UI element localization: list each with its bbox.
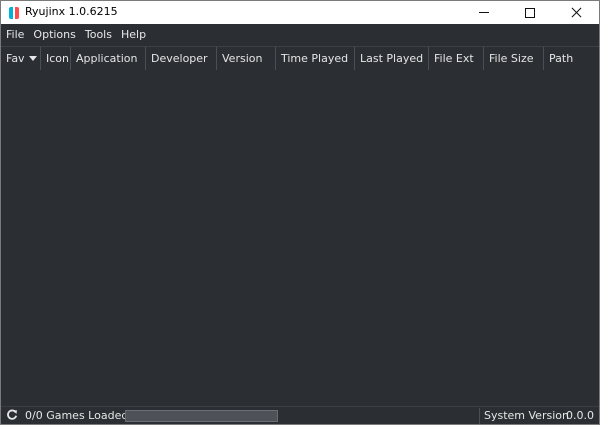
maximize-icon (525, 7, 535, 18)
refresh-icon[interactable] (6, 409, 18, 421)
column-header-path[interactable]: Path (544, 47, 599, 70)
column-header-fav[interactable]: Fav (1, 47, 41, 70)
column-label: File Size (489, 52, 534, 65)
status-divider (479, 408, 480, 424)
ryujinx-logo-icon (9, 7, 19, 19)
menu-tools[interactable]: Tools (80, 24, 116, 45)
column-header-application[interactable]: Application (71, 47, 146, 70)
menu-options[interactable]: Options (28, 24, 79, 45)
sort-down-icon (28, 56, 37, 61)
column-label: File Ext (434, 52, 474, 65)
menu-help[interactable]: Help (116, 24, 150, 45)
close-button[interactable] (553, 1, 599, 24)
column-label: Path (549, 52, 574, 65)
title-bar[interactable]: Ryujinx 1.0.6215 (1, 1, 599, 24)
column-label: Time Played (281, 52, 349, 65)
window-title: Ryujinx 1.0.6215 (25, 5, 118, 18)
game-list[interactable] (1, 70, 599, 406)
app-window: Ryujinx 1.0.6215 File Options Tools Help… (0, 0, 600, 425)
loading-progress-bar (125, 410, 278, 422)
column-label: Version (222, 52, 263, 65)
game-list-header: Fav Icon Application Developer Version T… (1, 46, 599, 71)
column-header-icon[interactable]: Icon (41, 47, 71, 70)
column-label: Fav (6, 52, 25, 65)
column-header-file-size[interactable]: File Size (484, 47, 544, 70)
column-header-developer[interactable]: Developer (146, 47, 217, 70)
system-version-label: System Version (484, 409, 569, 422)
column-header-time-played[interactable]: Time Played (276, 47, 355, 70)
system-version-value: 0.0.0 (566, 409, 594, 422)
column-label: Icon (46, 52, 69, 65)
column-label: Last Played (360, 52, 424, 65)
menu-file[interactable]: File (1, 24, 28, 45)
minimize-icon (479, 12, 489, 13)
close-icon (571, 7, 582, 18)
column-label: Developer (151, 52, 208, 65)
status-bar: 0/0 Games Loaded System Version 0.0.0 (1, 406, 599, 424)
column-header-version[interactable]: Version (217, 47, 276, 70)
minimize-button[interactable] (461, 1, 507, 24)
menu-bar: File Options Tools Help (1, 24, 599, 45)
column-header-file-ext[interactable]: File Ext (429, 47, 484, 70)
column-header-last-played[interactable]: Last Played (355, 47, 429, 70)
games-loaded-text: 0/0 Games Loaded (25, 409, 129, 422)
maximize-button[interactable] (507, 1, 553, 24)
column-label: Application (76, 52, 138, 65)
